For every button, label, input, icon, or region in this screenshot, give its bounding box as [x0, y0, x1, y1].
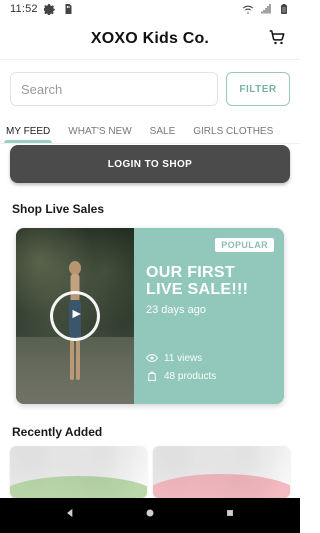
login-wrap: LOGIN TO SHOP — [10, 145, 290, 183]
sd-card-icon — [62, 3, 74, 15]
status-time: 11:52 — [10, 3, 38, 15]
marble-background — [153, 446, 290, 498]
recent-item-card[interactable] — [153, 446, 290, 498]
popular-badge: POPULAR — [215, 238, 274, 252]
battery-icon — [278, 3, 290, 15]
live-sale-title: OUR FIRST LIVE SALE!!! — [146, 264, 249, 298]
login-to-shop-button[interactable]: LOGIN TO SHOP — [10, 145, 290, 183]
cart-button[interactable] — [264, 26, 290, 52]
views-row: 11 views — [146, 352, 216, 364]
filter-button[interactable]: FILTER — [226, 72, 290, 106]
wifi-icon — [242, 3, 254, 15]
section-title-live-sales: Shop Live Sales — [12, 202, 105, 216]
status-bar: 11:52 — [0, 0, 300, 18]
back-button[interactable] — [59, 505, 81, 527]
recents-button[interactable] — [219, 505, 241, 527]
products-count: 48 products — [164, 370, 217, 382]
live-sale-info: POPULAR OUR FIRST LIVE SALE!!! 23 days a… — [134, 228, 284, 404]
eye-icon — [146, 352, 158, 364]
recents-icon — [223, 506, 237, 525]
back-icon — [63, 506, 77, 525]
tab-my-feed[interactable]: MY FEED — [3, 126, 53, 143]
app-title: XOXO Kids Co. — [90, 29, 210, 47]
tab-girls-clothes[interactable]: GIRLS CLOTHES — [193, 126, 273, 143]
live-sale-time-ago: 23 days ago — [146, 304, 206, 316]
play-button[interactable] — [50, 291, 100, 341]
gear-icon — [43, 3, 56, 15]
status-left: 11:52 — [10, 3, 74, 15]
live-sale-media — [16, 228, 134, 404]
signal-icon — [260, 3, 272, 15]
cart-icon — [268, 28, 286, 51]
home-button[interactable] — [139, 505, 161, 527]
section-title-recently-added: Recently Added — [12, 425, 103, 439]
tab-bar: MY FEED WHAT'S NEW SALE GIRLS CLOTHES — [0, 118, 300, 144]
recent-item-card[interactable] — [10, 446, 147, 498]
play-icon — [65, 304, 85, 329]
android-nav-bar — [0, 498, 300, 533]
products-row: 48 products — [146, 370, 216, 382]
search-input[interactable] — [10, 72, 218, 106]
recently-added-row — [10, 446, 290, 498]
app-header: XOXO Kids Co. — [0, 18, 300, 60]
tab-whats-new[interactable]: WHAT'S NEW — [68, 126, 131, 143]
bag-icon — [146, 370, 158, 382]
status-right — [242, 3, 290, 15]
tab-sale[interactable]: SALE — [150, 126, 176, 143]
live-sale-stats: 11 views 48 products — [146, 352, 216, 382]
home-icon — [143, 506, 157, 525]
views-count: 11 views — [164, 352, 203, 364]
search-row: FILTER — [0, 60, 300, 118]
marble-background — [10, 446, 147, 498]
live-sale-card[interactable]: POPULAR OUR FIRST LIVE SALE!!! 23 days a… — [16, 228, 284, 404]
